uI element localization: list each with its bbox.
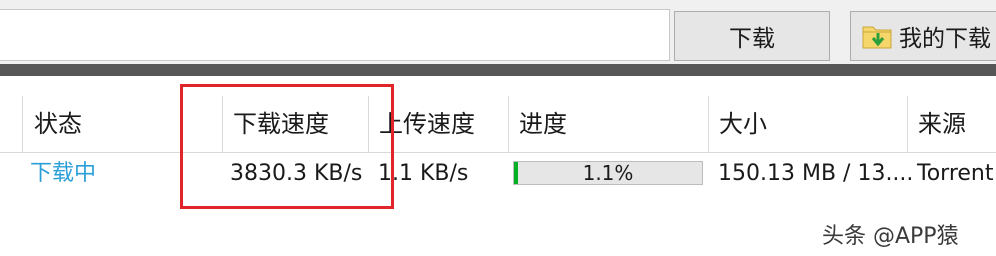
url-input[interactable] — [0, 9, 670, 61]
source-cell: Torrent — [917, 161, 994, 186]
column-separator[interactable] — [708, 96, 709, 152]
my-downloads-label: 我的下载 — [899, 26, 991, 52]
status-cell: 下载中 — [30, 161, 97, 186]
folder-download-icon — [862, 26, 892, 49]
download-button[interactable]: 下载 — [674, 11, 830, 61]
column-header-status[interactable]: 状态 — [34, 96, 82, 152]
progress-bar: 1.1% — [513, 161, 703, 185]
column-separator[interactable] — [22, 96, 23, 152]
column-separator[interactable] — [508, 96, 509, 152]
progress-text: 1.1% — [582, 161, 634, 185]
toolbar: 下载 我的下载 — [0, 0, 996, 76]
column-header-source[interactable]: 来源 — [918, 96, 966, 152]
column-header-progress[interactable]: 进度 — [519, 96, 567, 152]
my-downloads-button[interactable]: 我的下载 — [850, 11, 996, 61]
column-separator[interactable] — [907, 96, 908, 152]
highlight-annotation-box — [180, 84, 394, 209]
table-header: 状态 下载速度 上传速度 进度 大小 来源 — [0, 96, 996, 153]
download-button-label: 下载 — [729, 26, 775, 52]
column-header-size[interactable]: 大小 — [719, 96, 767, 152]
toolbar-divider — [0, 64, 996, 76]
watermark: 头条 @APP猿 — [822, 224, 959, 249]
size-cell: 150.13 MB / 13.... — [718, 161, 914, 186]
